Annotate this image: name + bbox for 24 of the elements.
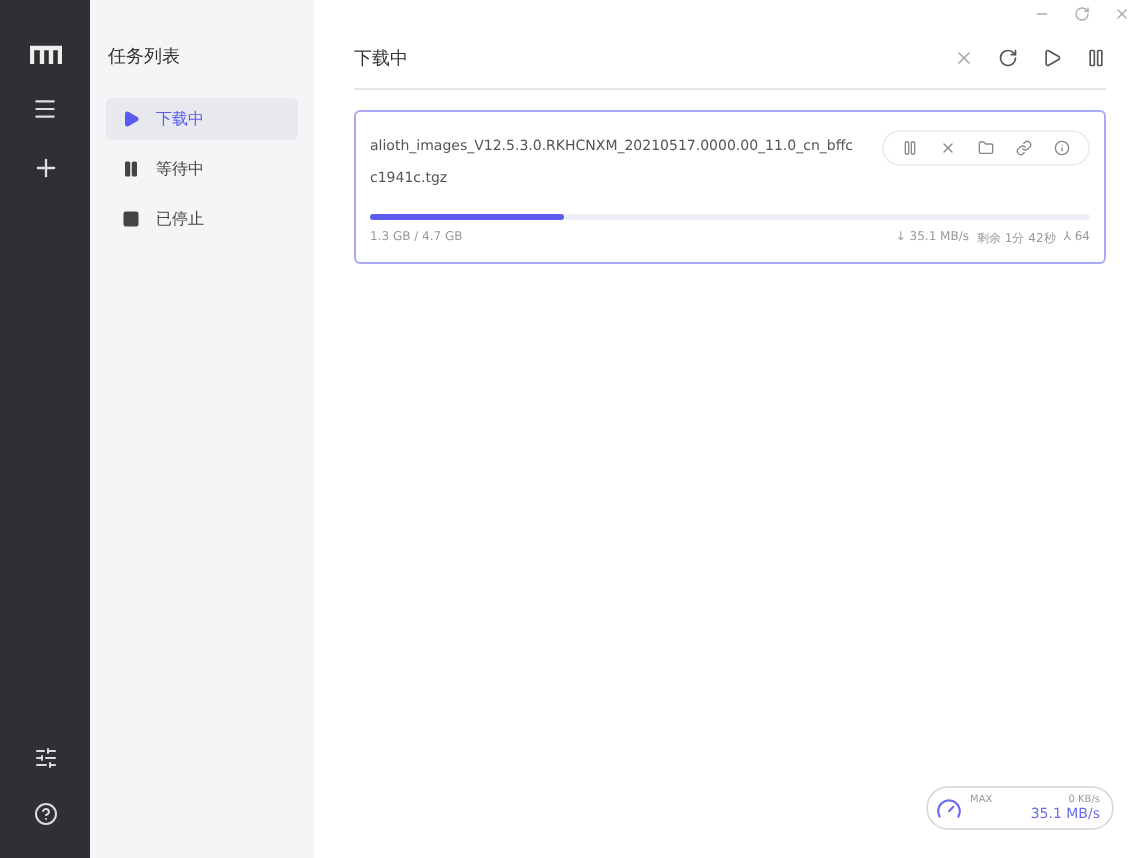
play-icon[interactable] [1042, 48, 1062, 68]
pause-icon[interactable] [902, 140, 918, 156]
stop-icon [122, 210, 140, 228]
sidebar-item[interactable]: 下载中 [106, 98, 298, 140]
section-title: 下载中 [354, 47, 410, 71]
panel-title: 任务列表 [106, 45, 182, 70]
gauge-icon [936, 795, 962, 821]
pause-icon[interactable] [1086, 48, 1106, 68]
info-icon[interactable] [1054, 140, 1070, 156]
help-icon[interactable] [33, 802, 57, 826]
logo-icon [29, 44, 61, 64]
refresh-icon[interactable] [998, 48, 1018, 68]
pause-icon [122, 160, 140, 178]
settings-icon[interactable] [33, 746, 57, 770]
play-icon [122, 110, 140, 128]
close-icon[interactable] [940, 140, 956, 156]
link-icon[interactable] [1016, 140, 1032, 156]
folder-icon[interactable] [978, 140, 994, 156]
close-icon[interactable] [1114, 6, 1130, 22]
menu-icon[interactable] [32, 96, 58, 122]
close-icon[interactable] [954, 48, 974, 68]
sidebar-item[interactable]: 等待中 [106, 148, 298, 190]
add-icon[interactable] [31, 154, 59, 182]
sidebar-item[interactable]: 已停止 [106, 198, 298, 240]
